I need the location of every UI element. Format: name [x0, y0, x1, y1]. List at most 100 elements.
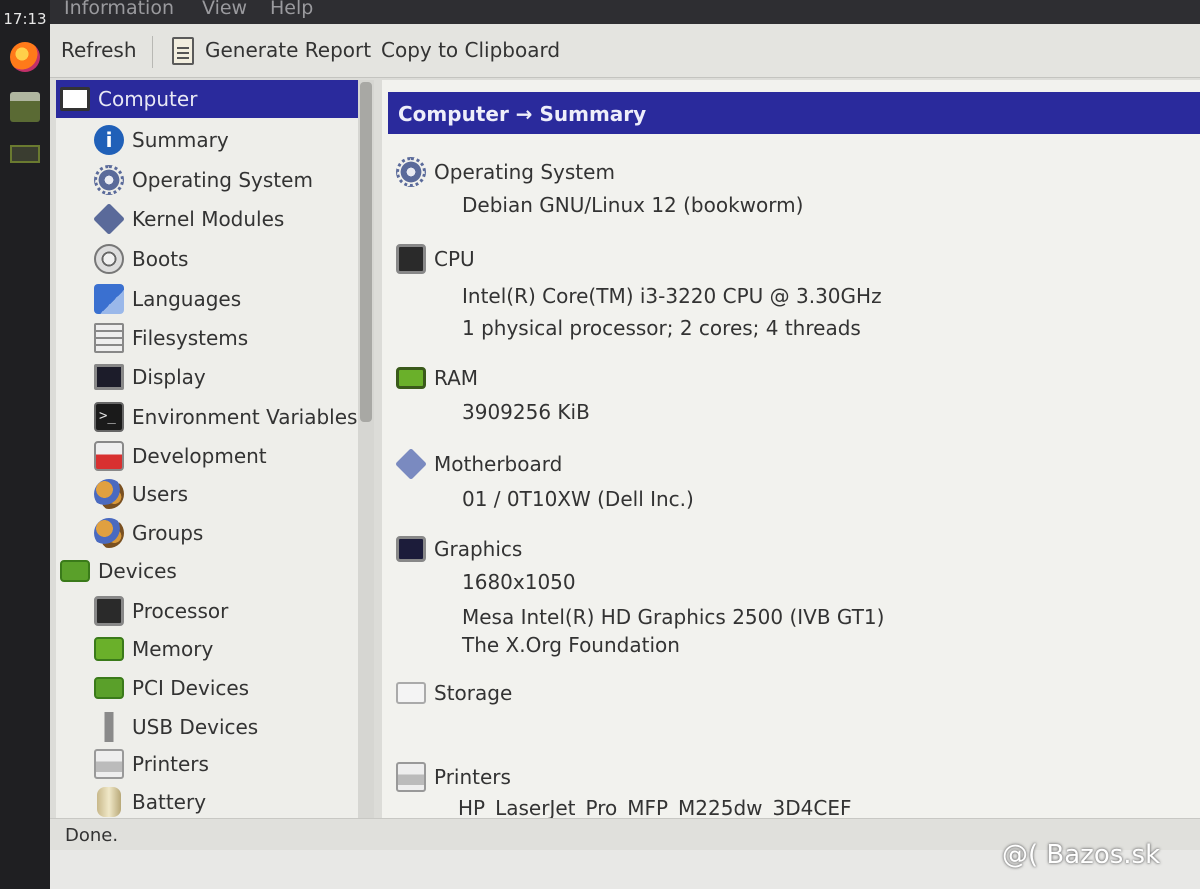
printer-value: HP_LaserJet_Pro_MFP_M225dw_3D4CEF [458, 796, 852, 820]
gear-icon [94, 165, 124, 195]
sidebar-item-battery[interactable]: Battery [94, 783, 206, 818]
computer-icon [60, 87, 90, 111]
gear-icon [396, 157, 426, 187]
motherboard-value: 01 / 0T10XW (Dell Inc.) [462, 487, 694, 511]
graphics-resolution-value: 1680x1050 [462, 570, 576, 594]
os-value: Debian GNU/Linux 12 (bookworm) [462, 193, 804, 217]
cpu-cores-value: 1 physical processor; 2 cores; 4 threads [462, 316, 861, 340]
flag-icon [94, 284, 124, 314]
sidebar-item-label: Battery [132, 790, 207, 814]
section-title: Graphics [434, 537, 523, 561]
sidebar-item-users[interactable]: Users [94, 475, 188, 513]
section-motherboard: Motherboard [395, 446, 563, 482]
devices-icon [60, 560, 90, 582]
section-title: Motherboard [434, 452, 563, 476]
section-title: Storage [434, 681, 513, 705]
ram-icon [396, 367, 426, 389]
terminal-icon: >_ [94, 402, 124, 432]
sidebar-item-label: Display [132, 365, 206, 389]
hardinfo-window: Information View Help Refresh Generate R… [50, 0, 1200, 889]
printer-icon [94, 749, 124, 779]
section-graphics: Graphics [396, 531, 522, 567]
sidebar-item-environment-variables[interactable]: >_ Environment Variables [94, 398, 357, 436]
sidebar-item-label: Languages [132, 287, 242, 311]
file-manager-icon[interactable] [10, 92, 40, 122]
graphics-icon [396, 536, 426, 562]
sidebar-item-label: Boots [132, 247, 189, 271]
sidebar-item-computer[interactable]: Computer [56, 80, 358, 118]
menu-bar: Information View Help [50, 0, 1200, 24]
sidebar-item-label: Kernel Modules [132, 207, 285, 231]
report-icon[interactable] [172, 37, 194, 65]
sidebar-item-label: Groups [132, 521, 204, 545]
generate-report-button[interactable]: Generate Report [205, 38, 371, 62]
sidebar-item-development[interactable]: Development [94, 437, 267, 475]
motherboard-icon [395, 448, 427, 480]
sidebar-item-label: PCI Devices [132, 676, 250, 700]
sidebar-item-languages[interactable]: Languages [94, 280, 241, 318]
sidebar-item-printers[interactable]: Printers [94, 745, 209, 783]
groups-icon [94, 518, 124, 548]
sidebar-item-operating-system[interactable]: Operating System [94, 161, 313, 199]
status-text: Done. [65, 825, 119, 846]
sidebar-item-devices[interactable]: Devices [60, 552, 177, 590]
sidebar-item-label: Memory [132, 637, 214, 661]
sidebar-item-kernel-modules[interactable]: Kernel Modules [93, 200, 285, 238]
section-ram: RAM [396, 360, 478, 396]
sidebar-item-memory[interactable]: Memory [94, 630, 213, 668]
section-cpu: CPU [396, 241, 475, 277]
sidebar-item-usb-devices[interactable]: USB Devices [94, 708, 258, 746]
ram-value: 3909256 KiB [462, 400, 590, 424]
sidebar-item-pci-devices[interactable]: PCI Devices [94, 669, 249, 707]
sidebar-item-summary[interactable]: i Summary [94, 121, 229, 159]
sidebar-item-label: Users [132, 482, 189, 506]
sidebar-scrollbar-thumb[interactable] [360, 82, 372, 422]
monitor-icon [94, 364, 124, 390]
firefox-icon[interactable] [10, 42, 40, 72]
cpu-icon [396, 244, 426, 274]
copy-to-clipboard-button[interactable]: Copy to Clipboard [381, 38, 560, 62]
menu-view[interactable]: View [202, 0, 247, 19]
sidebar-item-display[interactable]: Display [94, 358, 206, 396]
section-operating-system: Operating System [396, 154, 615, 190]
graphics-vendor-value: The X.Org Foundation [462, 633, 680, 657]
sidebar-item-label: Summary [132, 128, 229, 152]
toolbar-separator [152, 36, 153, 68]
users-icon [94, 479, 124, 509]
storage-icon [396, 682, 426, 704]
pci-icon [94, 677, 124, 699]
sidebar-item-label: Computer [98, 87, 198, 111]
watermark: @( Bazos.sk [1002, 840, 1161, 870]
page-title: Computer → Summary [388, 92, 1200, 134]
sidebar-item-label: Processor [132, 599, 229, 623]
menu-help[interactable]: Help [270, 0, 313, 19]
system-monitor-icon[interactable] [10, 145, 40, 163]
sidebar-item-label: USB Devices [132, 715, 259, 739]
sidebar-item-label: Filesystems [132, 326, 249, 350]
sidebar-item-boots[interactable]: Boots [94, 240, 188, 278]
processor-icon [94, 596, 124, 626]
refresh-button[interactable]: Refresh [61, 38, 137, 62]
sidebar-item-groups[interactable]: Groups [94, 514, 203, 552]
sidebar-item-label: Operating System [132, 168, 313, 192]
sidebar-item-label: Environment Variables [132, 405, 358, 429]
development-icon [94, 441, 124, 471]
sidebar-item-processor[interactable]: Processor [94, 592, 228, 630]
graphics-renderer-value: Mesa Intel(R) HD Graphics 2500 (IVB GT1) [462, 605, 885, 629]
printer-icon [396, 762, 426, 792]
sidebar-tree: Computer i Summary Operating System Kern… [56, 80, 358, 818]
cpu-model-value: Intel(R) Core(TM) i3-3220 CPU @ 3.30GHz [462, 284, 882, 308]
section-title: Operating System [434, 160, 615, 184]
menu-information[interactable]: Information [64, 0, 174, 19]
power-icon [94, 244, 124, 274]
sidebar-item-label: Devices [98, 559, 177, 583]
filesystem-icon [94, 323, 124, 353]
battery-icon [97, 787, 121, 817]
info-icon: i [94, 125, 124, 155]
section-title: Printers [434, 765, 511, 789]
sidebar-item-filesystems[interactable]: Filesystems [94, 319, 248, 357]
section-storage: Storage [396, 675, 512, 711]
summary-panel: Computer → Summary Operating System Debi… [382, 80, 1200, 820]
clock: 17:13 [3, 10, 47, 28]
sidebar-scrollbar[interactable] [358, 80, 374, 818]
